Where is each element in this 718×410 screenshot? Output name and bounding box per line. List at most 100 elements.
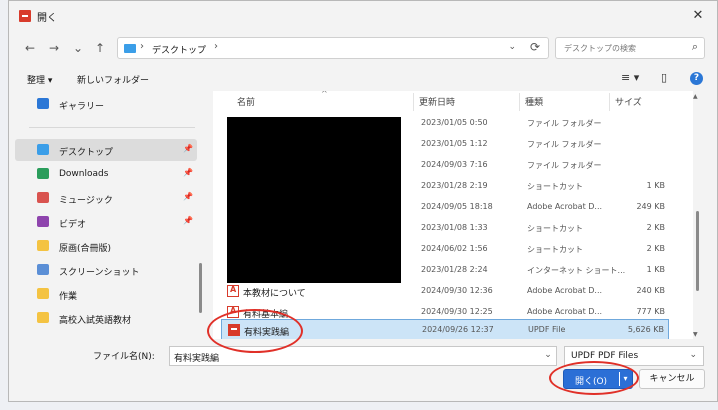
file-type: Adobe Acrobat D...	[527, 307, 603, 316]
column-header-size[interactable]: サイズ	[615, 95, 642, 108]
search-input[interactable]: デスクトップの検索 ⌕	[555, 37, 705, 59]
file-date: 2024/09/30 12:36	[421, 286, 493, 295]
file-type-select[interactable]: UPDF PDF Files ⌄	[564, 346, 704, 366]
organize-button[interactable]: 整理 ▾	[27, 73, 52, 86]
file-date: 2023/01/05 1:12	[421, 139, 488, 148]
sidebar-item-desktop[interactable]: デスクトップ 📌	[15, 139, 197, 161]
new-folder-button[interactable]: 新しいフォルダー	[77, 73, 149, 86]
open-button-label: 開く(O)	[574, 377, 608, 387]
sidebar-item-folder[interactable]: 原画(合冊版)	[15, 235, 197, 257]
file-type: ファイル フォルダー	[527, 119, 602, 128]
back-icon[interactable]: ←	[21, 39, 39, 57]
folder-icon	[37, 240, 49, 251]
search-icon[interactable]: ⌕	[692, 40, 698, 54]
sidebar-divider	[29, 127, 195, 128]
sidebar-item-video[interactable]: ビデオ 📌	[15, 211, 197, 233]
close-button[interactable]: ✕	[687, 5, 709, 27]
download-icon	[37, 168, 49, 179]
address-dropdown-icon[interactable]: ⌄	[508, 42, 516, 52]
sidebar-item-work[interactable]: 作業	[15, 283, 197, 305]
column-separator[interactable]	[609, 93, 610, 111]
video-icon	[37, 216, 49, 227]
chevron-down-icon: ⌄	[689, 350, 697, 360]
command-bar: 整理 ▾ 新しいフォルダー ≡ ▾ ▯ ?	[9, 67, 717, 91]
pin-icon: 📌	[183, 168, 193, 177]
filename-value: 有料実践編	[174, 354, 220, 364]
file-type-value: UPDF PDF Files	[571, 351, 639, 361]
sidebar-item-music[interactable]: ミュージック 📌	[15, 187, 197, 209]
folder-icon	[37, 312, 49, 323]
window-title: 開く	[37, 13, 57, 24]
sidebar-item-label: Downloads	[59, 169, 109, 179]
up-icon[interactable]: ↑	[91, 39, 109, 57]
file-date: 2023/01/28 2:19	[421, 181, 488, 190]
column-separator[interactable]	[413, 93, 414, 111]
column-header-name[interactable]: 名前	[237, 95, 255, 108]
forward-icon[interactable]: →	[45, 39, 63, 57]
sidebar-item-english-materials[interactable]: 高校入試英語教材	[15, 307, 197, 329]
column-header-type[interactable]: 種類	[525, 95, 543, 108]
navigation-bar: ← → ⌄ ↑ › デスクトップ › ⌄ ⟳ デスクトップの検索 ⌕	[9, 33, 717, 63]
file-size: 5,626 KB	[627, 325, 664, 334]
pin-icon: 📌	[183, 216, 193, 225]
file-size: 1 KB	[646, 181, 665, 190]
sidebar-scrollbar[interactable]	[199, 263, 202, 313]
sidebar-item-label: デスクトップ	[59, 148, 114, 158]
file-name: 本教材について	[243, 289, 306, 299]
file-size: 249 KB	[636, 202, 665, 211]
navigation-pane: ギャラリー デスクトップ 📌 Downloads 📌 ミュージック 📌 ビデオ …	[9, 91, 205, 339]
table-row[interactable]: 本教材について 2024/09/30 12:36 Adobe Acrobat D…	[221, 281, 669, 302]
column-header-date[interactable]: 更新日時	[419, 95, 455, 108]
address-bar[interactable]: › デスクトップ › ⌄ ⟳	[117, 37, 549, 59]
pin-icon: 📌	[183, 144, 193, 153]
table-row-selected[interactable]: 有料実践編 2024/09/26 12:37 UPDF File 5,626 K…	[221, 319, 669, 339]
open-button[interactable]: 開く(O) ▾	[563, 369, 633, 389]
file-size: 2 KB	[646, 244, 665, 253]
open-split-dropdown-icon[interactable]: ▾	[619, 372, 631, 386]
file-list-scrollbar[interactable]: ▲ ▼	[693, 93, 701, 339]
breadcrumb-desktop[interactable]: デスクトップ	[152, 43, 206, 56]
scroll-down-icon[interactable]: ▼	[693, 331, 698, 338]
refresh-icon[interactable]: ⟳	[530, 40, 540, 54]
filename-input[interactable]: 有料実践編	[169, 346, 557, 366]
file-date: 2023/01/05 0:50	[421, 118, 488, 127]
file-date: 2024/09/03 7:16	[421, 160, 488, 169]
column-separator[interactable]	[519, 93, 520, 111]
pin-icon: 📌	[183, 192, 193, 201]
sidebar-item-downloads[interactable]: Downloads 📌	[15, 163, 197, 185]
cancel-button[interactable]: キャンセル	[639, 369, 705, 389]
view-options-icon[interactable]: ≡ ▾	[621, 71, 639, 84]
file-size: 2 KB	[646, 223, 665, 232]
preview-pane-icon[interactable]: ▯	[661, 71, 667, 84]
file-type: インターネット ショート...	[527, 266, 626, 275]
pdf-icon	[227, 285, 239, 297]
sidebar-item-label: 高校入試英語教材	[59, 316, 132, 326]
music-icon	[37, 192, 49, 203]
file-date: 2024/06/02 1:56	[421, 244, 488, 253]
file-date: 2024/09/30 12:25	[421, 307, 493, 316]
file-type: ファイル フォルダー	[527, 161, 602, 170]
sidebar-item-screenshots[interactable]: スクリーンショット	[15, 259, 197, 281]
sidebar-item-label: スクリーンショット	[59, 268, 140, 278]
sidebar-item-label: 作業	[59, 292, 78, 302]
recent-locations-icon[interactable]: ⌄	[69, 39, 87, 57]
file-date: 2023/01/28 2:24	[421, 265, 488, 274]
help-icon[interactable]: ?	[690, 72, 703, 85]
sort-ascending-icon: ^	[321, 91, 328, 98]
file-date: 2024/09/26 12:37	[422, 325, 494, 334]
file-size: 777 KB	[636, 307, 665, 316]
title-bar: 開く ✕	[9, 1, 717, 31]
sidebar-item-gallery[interactable]: ギャラリー	[15, 93, 197, 115]
filename-dropdown-icon[interactable]: ⌄	[539, 346, 557, 366]
file-type: UPDF File	[528, 325, 566, 334]
pdf-icon	[227, 306, 239, 318]
breadcrumb-separator[interactable]: ›	[214, 41, 218, 52]
file-name: 有料実践編	[244, 328, 290, 338]
sidebar-item-label: 原画(合冊版)	[59, 244, 112, 254]
folder-icon	[37, 288, 49, 299]
file-size: 240 KB	[636, 286, 665, 295]
open-file-dialog: 開く ✕ ← → ⌄ ↑ › デスクトップ › ⌄ ⟳ デスクトップの検索 ⌕ …	[8, 0, 718, 402]
scrollbar-thumb[interactable]	[696, 211, 699, 291]
scroll-up-icon[interactable]: ▲	[693, 93, 698, 100]
file-date: 2023/01/08 1:33	[421, 223, 488, 232]
